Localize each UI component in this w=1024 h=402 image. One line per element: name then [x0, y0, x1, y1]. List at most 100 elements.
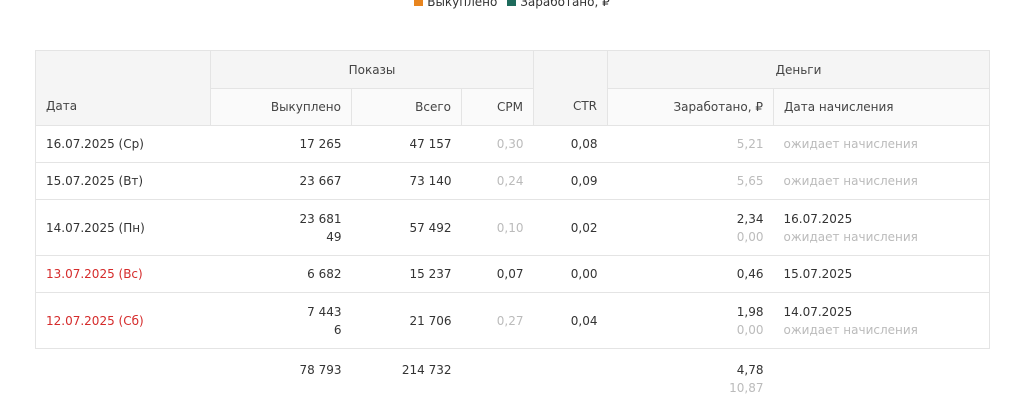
cell-cpm: 0,27: [461, 292, 534, 349]
table-row[interactable]: 14.07.2025 (Пн) 23 681 49 57 492 0,10 0,02 2,3…: [35, 199, 990, 256]
column-header-date-label: Дата: [46, 99, 78, 113]
bought-value: 7 443: [307, 304, 342, 319]
column-header-total[interactable]: Всего: [351, 88, 462, 126]
cell-date: 12.07.2025 (Сб): [35, 292, 211, 349]
cell-date: 15.07.2025 (Вт): [35, 162, 211, 200]
column-header-earned[interactable]: Заработано, ₽: [607, 88, 774, 126]
ctr-value: 0,08: [570, 137, 598, 151]
date-value: 12.07.2025 (Сб): [46, 313, 144, 328]
stats-table: Дата Показы CTR Деньги Выкуплено Всего C…: [35, 50, 990, 402]
ctr-value: 0,04: [570, 313, 598, 328]
bought-value: 23 667: [299, 174, 342, 188]
cell-ctr: 0,00: [533, 255, 608, 293]
legend-item-earned[interactable]: Заработано, ₽: [507, 0, 610, 9]
cell-cpm: 0,10: [461, 199, 534, 256]
chart-legend: Выкуплено Заработано, ₽: [0, 0, 1024, 9]
column-group-money: Деньги: [607, 50, 990, 89]
cell-cpm: 0,30: [461, 125, 534, 163]
totals-total-value: 214 732: [401, 363, 452, 377]
table-row[interactable]: 15.07.2025 (Вт) 23 667 73 140 0,24 0,09 5,65 о…: [35, 162, 990, 200]
column-header-cpm-label: CPM: [497, 100, 523, 114]
cell-total: 21 706: [351, 292, 462, 349]
totals-cell-cpm: [461, 348, 534, 402]
totals-earned-pending-value: 10,87: [729, 381, 764, 395]
cell-cpm: 0,07: [461, 255, 534, 293]
cell-date: 14.07.2025 (Пн): [35, 199, 211, 256]
table-row[interactable]: 12.07.2025 (Сб) 7 443 6 21 706 0,27 0,04 1,98 0…: [35, 292, 990, 349]
bought-value: 6: [333, 322, 342, 337]
accrual-value: 14.07.2025: [783, 304, 853, 319]
column-group-shows: Показы: [210, 50, 534, 89]
cell-earned: 1,98 0,00: [607, 292, 774, 349]
legend-swatch-bought: [414, 0, 424, 6]
cell-accrual-date: 14.07.2025 ожидает начисления: [773, 292, 990, 349]
totals-bought-value: 78 793: [299, 363, 342, 377]
cell-accrual-date: 16.07.2025 ожидает начисления: [773, 199, 990, 256]
cell-total: 57 492: [351, 199, 462, 256]
cell-date: 13.07.2025 (Вс): [35, 255, 211, 293]
totals-cell-total: 214 732: [351, 348, 462, 402]
accrual-value: ожидает начисления: [783, 174, 918, 188]
accrual-value: ожидает начисления: [783, 322, 918, 337]
date-value: 13.07.2025 (Вс): [46, 267, 143, 281]
accrual-value: ожидает начисления: [783, 229, 918, 244]
column-header-accrual-date-label: Дата начисления: [784, 100, 894, 114]
cpm-value: 0,30: [496, 137, 524, 151]
cell-bought: 23 681 49: [210, 199, 352, 256]
cell-ctr: 0,02: [533, 199, 608, 256]
total-value: 15 237: [409, 267, 452, 281]
column-header-accrual-date[interactable]: Дата начисления: [773, 88, 990, 126]
column-header-cpm[interactable]: CPM: [461, 88, 534, 126]
date-value: 16.07.2025 (Ср): [46, 137, 144, 151]
bought-value: 23 681: [299, 211, 342, 226]
ctr-value: 0,02: [570, 220, 598, 235]
ctr-value: 0,09: [570, 174, 598, 188]
total-value: 73 140: [409, 174, 452, 188]
column-header-bought-label: Выкуплено: [270, 100, 341, 114]
column-header-earned-label: Заработано, ₽: [673, 100, 763, 114]
earned-value: 5,65: [736, 174, 764, 188]
cell-earned: 0,46: [607, 255, 774, 293]
legend-item-bought[interactable]: Выкуплено: [414, 0, 497, 9]
earned-value: 0,46: [736, 267, 764, 281]
accrual-value: ожидает начисления: [783, 137, 918, 151]
cell-bought: 23 667: [210, 162, 352, 200]
legend-label-bought: Выкуплено: [427, 0, 498, 9]
earned-value: 0,00: [736, 322, 764, 337]
bought-value: 49: [326, 229, 342, 244]
cell-bought: 7 443 6: [210, 292, 352, 349]
totals-cell-date: [35, 348, 211, 402]
totals-cell-accrual: [773, 348, 990, 402]
cell-earned: 5,65: [607, 162, 774, 200]
totals-row: 78 793 214 732 4,78 10,87: [35, 348, 990, 402]
earned-value: 5,21: [736, 137, 764, 151]
column-header-ctr[interactable]: CTR: [533, 50, 608, 126]
cell-ctr: 0,08: [533, 125, 608, 163]
accrual-value: 16.07.2025: [783, 211, 853, 226]
cell-total: 15 237: [351, 255, 462, 293]
cell-earned: 5,21: [607, 125, 774, 163]
total-value: 47 157: [409, 137, 452, 151]
totals-cell-bought: 78 793: [210, 348, 352, 402]
cpm-value: 0,24: [496, 174, 524, 188]
column-header-date[interactable]: Дата: [35, 50, 211, 126]
cell-accrual-date: 15.07.2025: [773, 255, 990, 293]
legend-swatch-earned: [507, 0, 517, 6]
column-header-bought[interactable]: Выкуплено: [210, 88, 352, 126]
column-header-total-label: Всего: [415, 100, 451, 114]
column-group-money-label: Деньги: [775, 62, 822, 77]
bought-value: 17 265: [299, 137, 342, 151]
cell-bought: 6 682: [210, 255, 352, 293]
table-row[interactable]: 13.07.2025 (Вс) 6 682 15 237 0,07 0,00 0,46 15…: [35, 255, 990, 293]
column-header-ctr-label: CTR: [572, 99, 597, 113]
totals-cell-ctr: [533, 348, 608, 402]
earned-value: 2,34: [736, 211, 764, 226]
cell-ctr: 0,04: [533, 292, 608, 349]
table-row[interactable]: 16.07.2025 (Ср) 17 265 47 157 0,30 0,08 5,21 о…: [35, 125, 990, 163]
cell-accrual-date: ожидает начисления: [773, 125, 990, 163]
earned-value: 0,00: [736, 229, 764, 244]
totals-cell-earned: 4,78 10,87: [607, 348, 774, 402]
date-value: 15.07.2025 (Вт): [46, 174, 144, 188]
totals-earned-value: 4,78: [736, 363, 764, 377]
cell-earned: 2,34 0,00: [607, 199, 774, 256]
